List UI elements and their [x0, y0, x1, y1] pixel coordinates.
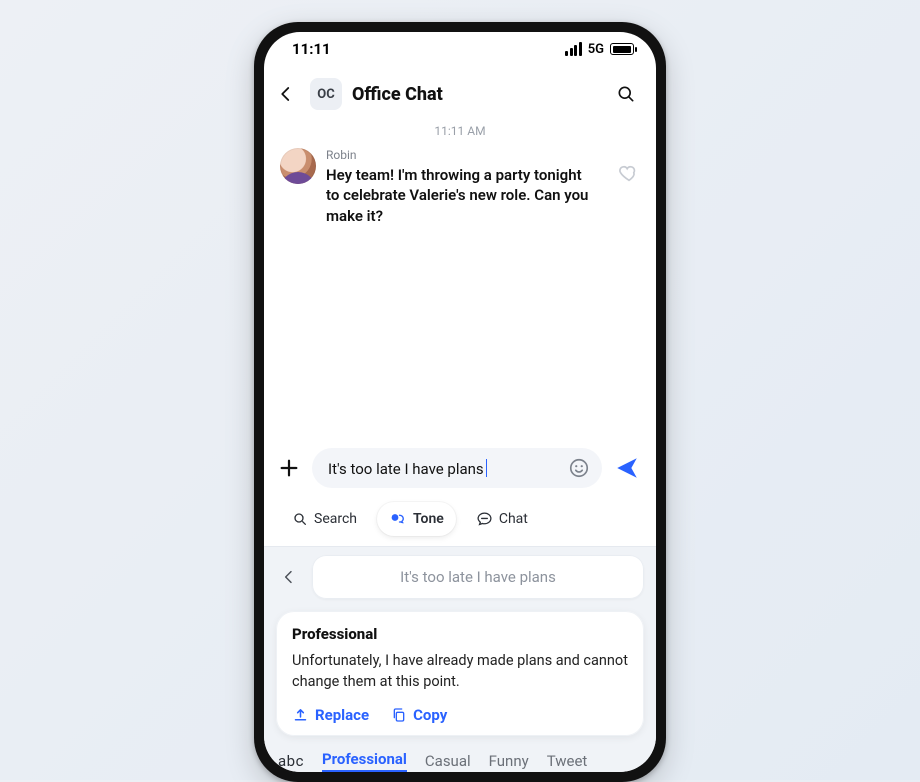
tone-tab-funny[interactable]: Funny — [489, 752, 529, 770]
emoji-button[interactable] — [566, 455, 592, 481]
screen: 11:11 5G OC Office Chat 11:11 AM — [264, 32, 656, 772]
thread-timestamp: 11:11 AM — [264, 124, 656, 138]
smile-icon — [568, 457, 590, 479]
status-bar: 11:11 5G — [264, 32, 656, 66]
status-time: 11:11 — [292, 40, 331, 58]
message-body: Robin Hey team! I'm throwing a party ton… — [326, 148, 608, 226]
heart-icon — [618, 162, 640, 184]
search-icon — [292, 511, 308, 527]
keyboard-region: It's too late I have plans Professional … — [264, 546, 656, 772]
ai-tab-tone[interactable]: Tone — [377, 502, 456, 536]
chevron-left-icon — [277, 85, 295, 103]
signal-icon — [565, 42, 582, 56]
chat-header: OC Office Chat — [264, 66, 656, 120]
back-button[interactable] — [272, 80, 300, 108]
replace-label: Replace — [315, 706, 369, 724]
copy-label: Copy — [413, 706, 447, 724]
ai-tab-label: Tone — [413, 511, 444, 527]
send-button[interactable] — [612, 453, 642, 483]
copy-button[interactable]: Copy — [391, 706, 447, 724]
echo-text: It's too late I have plans — [400, 568, 556, 586]
copy-icon — [391, 707, 407, 723]
suggestion-card: Professional Unfortunately, I have alrea… — [276, 611, 644, 736]
search-icon — [616, 84, 636, 104]
battery-icon — [610, 43, 634, 55]
react-button[interactable] — [618, 162, 640, 184]
echo-back-button[interactable] — [276, 564, 302, 590]
send-icon — [614, 455, 640, 481]
ai-tab-label: Chat — [499, 511, 528, 527]
tone-icon — [389, 510, 407, 528]
replace-icon — [292, 707, 309, 724]
tone-tab-professional[interactable]: Professional — [322, 750, 407, 772]
phone-frame: 11:11 5G OC Office Chat 11:11 AM — [254, 22, 666, 782]
status-indicators: 5G — [565, 42, 634, 57]
search-button[interactable] — [610, 78, 642, 110]
tone-tab-bar: abc Professional Casual Funny Tweet — [264, 746, 656, 772]
suggestion-actions: Replace Copy — [292, 706, 628, 724]
text-cursor — [486, 459, 488, 477]
compose-input[interactable]: It's too late I have plans — [312, 448, 602, 488]
ai-mode-tabs: Search Tone Chat — [264, 498, 656, 546]
replace-button[interactable]: Replace — [292, 706, 369, 724]
chat-title: Office Chat — [352, 84, 600, 105]
tone-tab-tweet[interactable]: Tweet — [547, 752, 588, 770]
sender-avatar[interactable] — [280, 148, 316, 184]
ai-tab-search[interactable]: Search — [280, 503, 369, 535]
message-thread: 11:11 AM Robin Hey team! I'm throwing a … — [264, 120, 656, 226]
chevron-left-icon — [281, 569, 297, 585]
ai-tab-chat[interactable]: Chat — [464, 503, 540, 536]
message-row: Robin Hey team! I'm throwing a party ton… — [264, 148, 656, 226]
compose-text: It's too late I have plans — [328, 460, 484, 478]
attach-button[interactable] — [276, 455, 302, 481]
compose-bar: It's too late I have plans — [264, 440, 656, 498]
ai-tab-label: Search — [314, 511, 357, 527]
suggestion-body: Unfortunately, I have already made plans… — [292, 651, 628, 692]
plus-icon — [278, 457, 300, 479]
original-text-display[interactable]: It's too late I have plans — [312, 555, 644, 599]
message-text: Hey team! I'm throwing a party tonight t… — [326, 165, 596, 226]
chat-avatar-badge: OC — [310, 78, 342, 110]
chat-icon — [476, 511, 493, 528]
tone-tab-casual[interactable]: Casual — [425, 752, 471, 770]
echo-row: It's too late I have plans — [264, 555, 656, 611]
network-label: 5G — [588, 42, 604, 57]
keyboard-toggle[interactable]: abc — [278, 752, 304, 770]
sender-name: Robin — [326, 148, 604, 162]
suggestion-heading: Professional — [292, 625, 628, 643]
